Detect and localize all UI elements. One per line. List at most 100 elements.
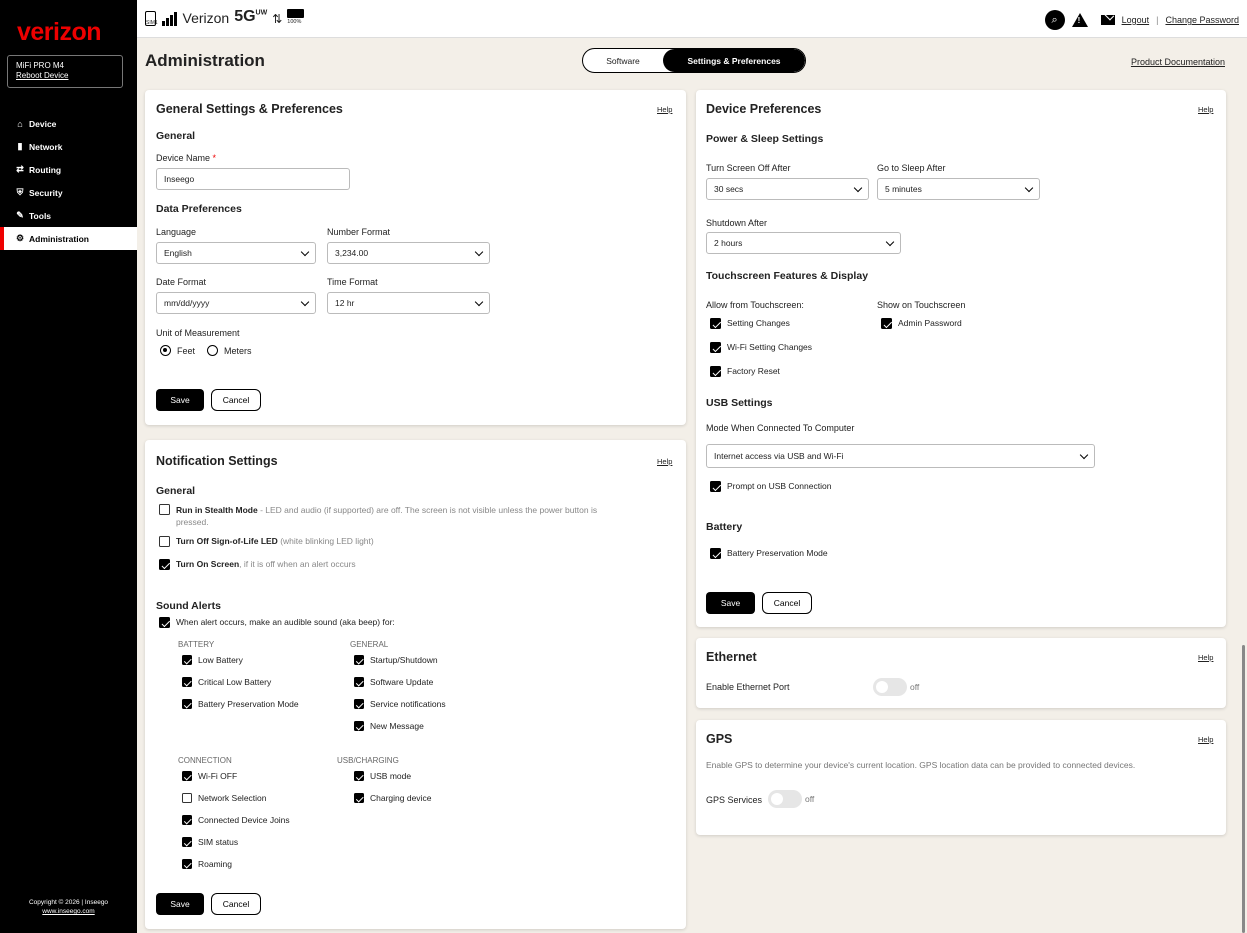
alert-checkbox[interactable]: New Message [354,721,446,743]
checkbox-box[interactable] [710,481,721,492]
battery-preservation-checkbox[interactable]: Battery Preservation Mode [710,548,828,559]
sidebar-item-security[interactable]: ⛨ Security [0,181,137,204]
checkbox-box[interactable] [881,318,892,329]
mail-icon[interactable] [1100,15,1115,25]
change-password-link[interactable]: Change Password [1165,15,1239,25]
checkbox-box[interactable] [354,721,364,731]
alert-checkbox[interactable]: Service notifications [354,699,446,721]
checkbox-box[interactable] [354,677,364,687]
shield-icon: ⛨ [16,187,24,197]
checkbox-box[interactable] [354,655,364,665]
tab-software[interactable]: Software [583,49,663,72]
alert-checkbox[interactable]: Low Battery [182,655,299,677]
alert-checkbox[interactable]: Battery Preservation Mode [182,699,299,721]
cancel-button[interactable]: Cancel [211,389,261,411]
checkbox-box[interactable] [354,699,364,709]
usb-mode-select[interactable]: Internet access via USB and Wi-Fi [706,444,1095,468]
sidebar-item-administration[interactable]: ⚙ Administration [0,227,137,250]
alert-checkbox[interactable]: Startup/Shutdown [354,655,446,677]
sign-of-life-checkbox[interactable]: Turn Off Sign-of-Life LED (white blinkin… [159,536,374,547]
allow-label-item: Factory Reset [727,366,780,376]
alert-checkbox[interactable]: Charging device [354,793,431,815]
checkbox-box[interactable] [182,793,192,803]
ethernet-toggle[interactable] [873,678,907,696]
meters-radio[interactable] [207,345,219,356]
sidebar-item-device[interactable]: ⌂ Device [0,112,137,135]
cancel-button[interactable]: Cancel [762,592,812,614]
feet-radio[interactable] [160,345,171,356]
checkbox-box[interactable] [182,815,192,825]
checkbox-box[interactable] [354,793,364,803]
sidebar: verizon MiFi PRO M4 Reboot Device ⌂ Devic… [0,0,137,933]
stealth-mode-checkbox[interactable]: Run in Stealth Mode - LED and audio (if … [159,504,679,528]
usb-prompt-checkbox[interactable]: Prompt on USB Connection [710,481,831,492]
checkbox-box[interactable] [159,617,170,628]
product-documentation-link[interactable]: Product Documentation [1131,57,1225,67]
show-checkbox[interactable]: Admin Password [881,318,962,342]
save-button[interactable]: Save [706,592,755,614]
sidebar-item-label: Tools [29,210,52,221]
section-heading: Battery [706,521,743,533]
inseego-link[interactable]: www.inseego.com [0,907,137,916]
allow-checkbox[interactable]: Setting Changes [710,318,812,342]
checkbox-box[interactable] [182,699,192,709]
logout-link[interactable]: Logout [1122,15,1150,25]
date-format-select[interactable]: mm/dd/yyyy [156,292,316,314]
screen-off-select[interactable]: 30 secs [706,178,869,200]
allow-checkbox[interactable]: Wi-Fi Setting Changes [710,342,812,366]
tab-settings-preferences[interactable]: Settings & Preferences [663,49,805,72]
checkbox-box[interactable] [182,677,192,687]
page-scrollbar[interactable] [1242,645,1245,933]
turn-on-screen-checkbox[interactable]: Turn On Screen, if it is off when an ale… [159,559,356,570]
allow-checkbox[interactable]: Factory Reset [710,366,812,390]
checkbox-box[interactable] [159,559,170,570]
checkbox-box[interactable] [182,771,192,781]
shutdown-select[interactable]: 2 hours [706,232,901,254]
save-button[interactable]: Save [156,893,204,915]
help-link[interactable]: Help [657,457,672,466]
usb-group-label: USB/CHARGING [337,756,399,765]
alert-checkbox[interactable]: Network Selection [182,793,290,815]
alert-icon[interactable]: ! [1071,13,1088,27]
checkbox-box[interactable] [710,342,721,353]
sidebar-item-tools[interactable]: ✎ Tools [0,204,137,227]
alert-checkbox[interactable]: SIM status [182,837,290,859]
device-name-input[interactable]: Inseego [156,168,350,190]
alert-label: Battery Preservation Mode [198,699,299,709]
checkbox-box[interactable] [182,837,192,847]
alert-checkbox[interactable]: Critical Low Battery [182,677,299,699]
sidebar-item-label: Routing [29,164,62,175]
checkbox-box[interactable] [710,366,721,377]
reboot-device-link[interactable]: Reboot Device [16,71,122,81]
alert-checkbox[interactable]: Software Update [354,677,446,699]
help-link[interactable]: Help [1198,735,1213,744]
checkbox-box[interactable] [159,504,170,515]
sidebar-item-routing[interactable]: ⇄ Routing [0,158,137,181]
number-format-select[interactable]: 3,234.00 [327,242,490,264]
search-icon[interactable]: ⌕ [1044,10,1065,30]
help-link[interactable]: Help [1198,105,1213,114]
alert-checkbox[interactable]: Connected Device Joins [182,815,290,837]
sidebar-item-network[interactable]: ▮ Network [0,135,137,158]
checkbox-box[interactable] [710,318,721,329]
checkbox-box[interactable] [182,859,192,869]
checkbox-box[interactable] [182,655,192,665]
gps-toggle[interactable] [768,790,802,808]
cancel-button[interactable]: Cancel [211,893,261,915]
save-button[interactable]: Save [156,389,204,411]
time-format-select[interactable]: 12 hr [327,292,490,314]
checkbox-box[interactable] [159,536,170,547]
checkbox-box[interactable] [710,548,721,559]
alert-checkbox[interactable]: Wi-Fi OFF [182,771,290,793]
language-select[interactable]: English [156,242,316,264]
language-label: Language [156,227,197,237]
help-link[interactable]: Help [657,105,672,114]
sleep-select[interactable]: 5 minutes [877,178,1040,200]
alert-checkbox[interactable]: Roaming [182,859,290,881]
required-mark: * [212,153,217,163]
show-label: Show on Touchscreen [877,300,966,310]
sound-alert-checkbox[interactable]: When alert occurs, make an audible sound… [159,617,395,628]
alert-checkbox[interactable]: USB mode [354,771,431,793]
help-link[interactable]: Help [1198,653,1213,662]
checkbox-box[interactable] [354,771,364,781]
